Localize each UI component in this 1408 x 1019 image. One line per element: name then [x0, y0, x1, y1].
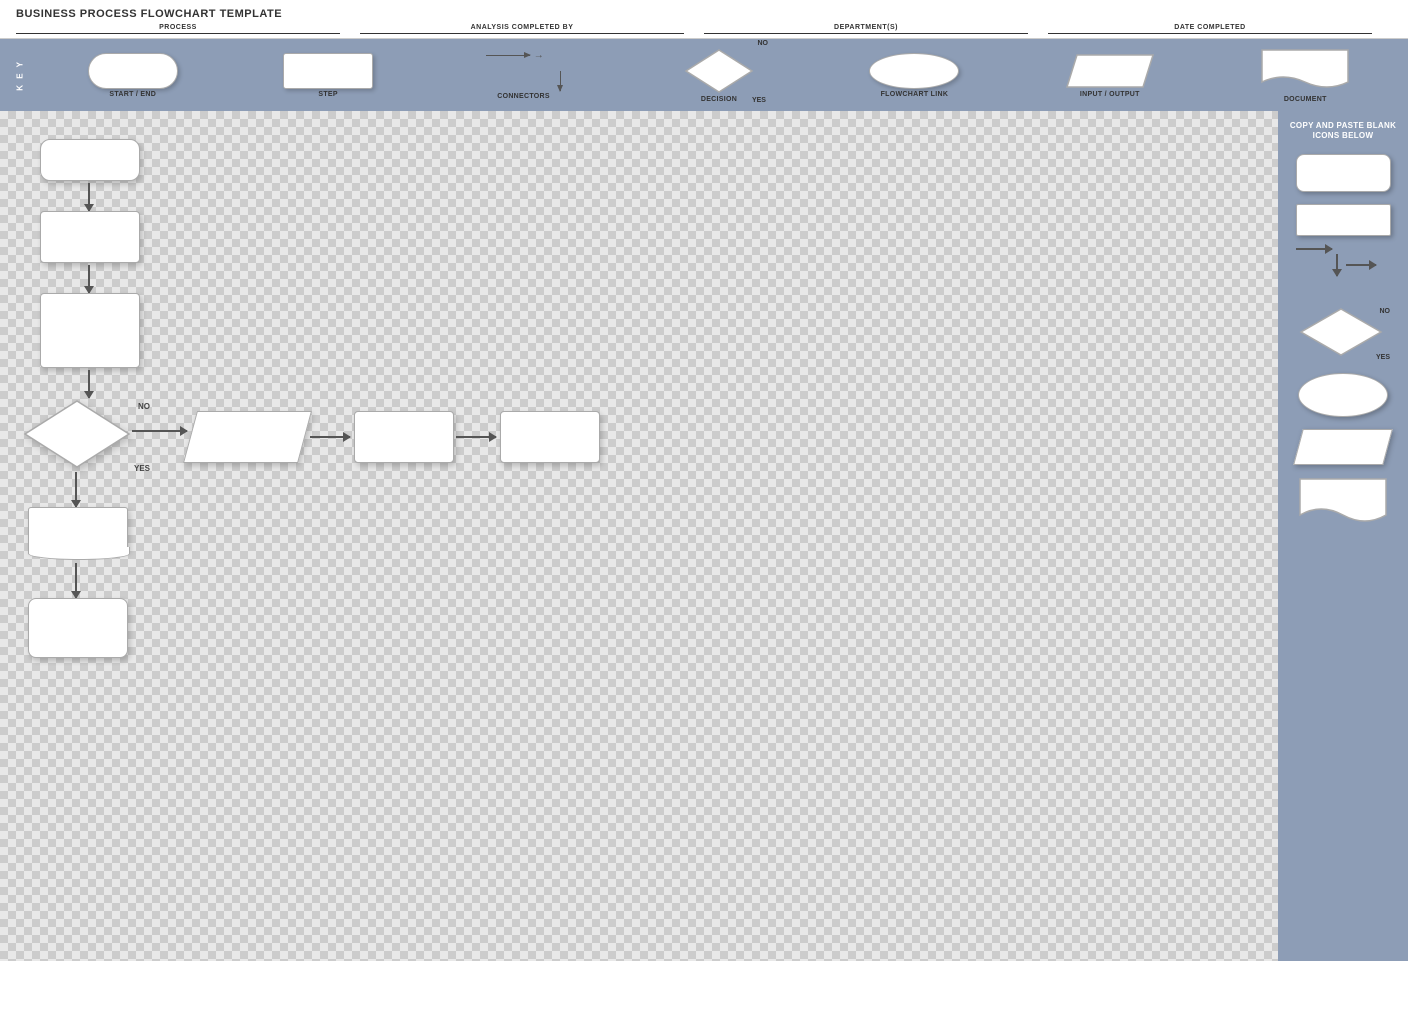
- key-label: K E Y: [10, 60, 30, 91]
- sidebar-parallelogram[interactable]: [1293, 429, 1393, 465]
- process-field: PROCESS: [16, 24, 340, 34]
- arrow-down-doc: [75, 563, 77, 598]
- flow-doc: [28, 507, 128, 551]
- arrow-right-2: [310, 436, 350, 438]
- key-document-label: DOCUMENT: [1284, 96, 1327, 103]
- arrow-down-doc-shape: [75, 563, 77, 598]
- key-no-label: NO: [757, 40, 768, 47]
- flow-para-shape: [183, 411, 312, 463]
- key-input-output-label: INPUT / OUTPUT: [1080, 91, 1140, 98]
- arrow-down-shape: [88, 183, 90, 211]
- flow-parallelogram: [190, 411, 305, 463]
- header: BUSINESS PROCESS FLOWCHART TEMPLATE PROC…: [0, 0, 1408, 39]
- key-start-end-label: START / END: [109, 91, 156, 98]
- flow-box-2: [40, 211, 140, 263]
- arrow-right-no: [132, 430, 187, 432]
- flow-step-shape-2: [40, 211, 140, 263]
- key-connectors-shape: →: [486, 50, 562, 91]
- key-document-shape: [1260, 48, 1350, 94]
- key-item-start-end: START / END: [40, 53, 225, 98]
- arrow-down-yes: [75, 472, 77, 507]
- key-flowchart-link-label: FLOWCHART LINK: [881, 91, 949, 98]
- key-item-decision: NO YES DECISION: [626, 48, 811, 103]
- page-title: BUSINESS PROCESS FLOWCHART TEMPLATE: [16, 8, 1392, 20]
- sidebar-document-shape[interactable]: [1298, 477, 1388, 529]
- key-start-end-shape: [88, 53, 178, 89]
- arrow-right-shape-3: [456, 436, 496, 438]
- main-area: NO YES: [0, 111, 1408, 961]
- sidebar-title: COPY AND PASTE BLANK ICONS BELOW: [1286, 121, 1400, 142]
- key-bar: K E Y START / END STEP → CONNECTORS NO: [0, 39, 1408, 111]
- key-connectors-label: CONNECTORS: [497, 93, 550, 100]
- key-decision-wrap: NO YES: [684, 48, 754, 94]
- key-item-connectors: → CONNECTORS: [431, 50, 616, 100]
- key-step-shape: [283, 53, 373, 89]
- flow-final-shape: [28, 598, 128, 658]
- sidebar-decision-shape: [1298, 306, 1384, 358]
- analysis-field: ANALYSIS COMPLETED BY: [360, 24, 684, 34]
- flow-step-right-shape: [500, 411, 600, 463]
- flow-step-mid-shape: [354, 411, 454, 463]
- canvas-area: NO YES: [0, 111, 1278, 961]
- flow-box-mid: [354, 411, 454, 463]
- sidebar-step[interactable]: [1296, 204, 1391, 236]
- department-field: DEPARTMENT(S): [704, 24, 1028, 34]
- sidebar-no-label: NO: [1380, 308, 1391, 315]
- flow-box-final: [28, 598, 128, 658]
- header-fields: PROCESS ANALYSIS COMPLETED BY DEPARTMENT…: [16, 24, 1392, 34]
- key-item-document: DOCUMENT: [1213, 48, 1398, 103]
- sidebar-start-end[interactable]: [1296, 154, 1391, 192]
- key-input-output-shape: [1065, 53, 1155, 89]
- arrow-down-3: [88, 370, 90, 398]
- arrow-down-shape-3: [88, 370, 90, 398]
- arrow-right-3: [456, 436, 496, 438]
- flow-start-end-shape: [40, 139, 140, 181]
- flow-no-label: NO: [138, 402, 150, 411]
- flow-decision-shape: [22, 398, 132, 470]
- key-decision-label: DECISION: [701, 96, 737, 103]
- key-step-label: STEP: [318, 91, 337, 98]
- sidebar: COPY AND PASTE BLANK ICONS BELOW: [1278, 111, 1408, 961]
- key-decision-shape: [684, 48, 754, 94]
- flow-doc-shape: [28, 507, 128, 551]
- sidebar-oval[interactable]: [1298, 373, 1388, 417]
- flow-box-right: [500, 411, 600, 463]
- sidebar-document-wrap: [1298, 477, 1388, 534]
- department-label: DEPARTMENT(S): [704, 24, 1028, 31]
- arrow-down-2: [88, 265, 90, 293]
- key-item-step: STEP: [235, 53, 420, 98]
- arrow-down-yes-shape: [75, 472, 77, 507]
- date-field: DATE COMPLETED: [1048, 24, 1372, 34]
- sidebar-yes-label: YES: [1376, 354, 1390, 361]
- arrow-down-1: [88, 183, 90, 211]
- arrow-right-no-shape: [132, 430, 187, 432]
- flow-box-1: [40, 139, 140, 181]
- flow-decision: NO YES: [22, 398, 132, 475]
- arrow-down-shape-2: [88, 265, 90, 293]
- key-yes-label: YES: [752, 97, 766, 104]
- process-label: PROCESS: [16, 24, 340, 31]
- analysis-label: ANALYSIS COMPLETED BY: [360, 24, 684, 31]
- sidebar-connectors: [1296, 248, 1391, 294]
- flow-step-shape-3: [40, 293, 140, 368]
- date-label: DATE COMPLETED: [1048, 24, 1372, 31]
- flow-box-3: [40, 293, 140, 368]
- key-flowchart-link-shape: [869, 53, 959, 89]
- key-item-input-output: INPUT / OUTPUT: [1017, 53, 1202, 98]
- flow-yes-label: YES: [134, 464, 150, 473]
- arrow-right-shape-2: [310, 436, 350, 438]
- sidebar-decision[interactable]: NO YES: [1298, 306, 1388, 361]
- key-item-flowchart-link: FLOWCHART LINK: [822, 53, 1007, 98]
